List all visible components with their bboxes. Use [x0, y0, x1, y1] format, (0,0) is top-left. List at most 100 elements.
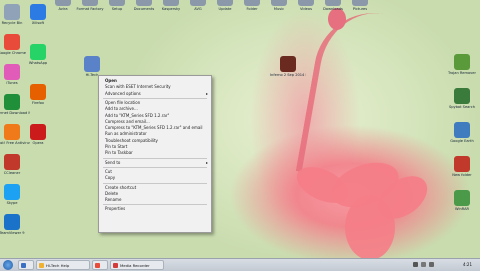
desktop-icon[interactable]: Firefox	[20, 84, 56, 105]
icon-label: WinRAR	[454, 207, 470, 211]
taskbar-button[interactable]	[92, 260, 108, 270]
network-icon[interactable]	[421, 262, 426, 267]
wallpaper-bud	[328, 8, 346, 30]
menu-item[interactable]: Open file location	[99, 100, 211, 106]
desktop-icon[interactable]: Opera	[20, 124, 56, 145]
icon-label: CCleaner	[3, 171, 21, 175]
app-icon	[4, 154, 20, 170]
taskbar-button[interactable]: Hi-Tech Help	[36, 260, 90, 270]
icon-label: Skype	[6, 201, 18, 205]
menu-item-label: Send to	[105, 159, 121, 165]
app-icon	[95, 263, 100, 268]
app-icon	[271, 0, 287, 6]
menu-item[interactable]: Cut	[99, 169, 211, 175]
desktop-icon[interactable]: Pictures	[342, 0, 378, 11]
menu-item-label: Add to "KTM_Series SFD 1.2.rar"	[105, 112, 170, 118]
menu-item[interactable]: Scan with ESET Internet Security	[99, 84, 211, 90]
submenu-arrow-icon: ▸	[205, 90, 208, 96]
app-icon	[325, 0, 341, 6]
menu-item[interactable]: Compress and email...	[99, 119, 211, 125]
app-icon	[454, 88, 470, 104]
menu-item-label: Cut	[105, 168, 112, 174]
desktop-icon[interactable]: Skype	[0, 184, 30, 205]
menu-item[interactable]: Delete	[99, 191, 211, 197]
desktop-icon[interactable]: TeamViewer 9	[0, 214, 30, 235]
app-icon	[136, 0, 152, 6]
context-menu: Open Scan with ESET Internet Security Adva…	[98, 75, 212, 233]
app-icon	[4, 4, 20, 20]
app-icon	[163, 0, 179, 6]
menu-item[interactable]: Pin to Start	[99, 144, 211, 150]
icon-label: New folder	[452, 173, 472, 177]
desktop-icon[interactable]: Trojan Remover	[444, 54, 480, 75]
clock[interactable]: 4:21	[463, 260, 472, 270]
app-icon	[454, 190, 470, 206]
app-icon	[4, 34, 20, 50]
menu-item-label: Run as administrator	[105, 131, 147, 137]
menu-item-label: Advanced options	[105, 90, 141, 96]
desktop-icon[interactable]: WinRAR	[444, 190, 480, 211]
app-icon	[82, 0, 98, 6]
app-icon	[4, 94, 20, 110]
menu-item[interactable]: Send to ▸	[99, 160, 211, 166]
taskbar: Hi-Tech Help Media Recorder 4:21	[0, 258, 480, 271]
icon-label: TeamViewer 9	[0, 231, 25, 235]
menu-item[interactable]: Add to archive...	[99, 106, 211, 112]
menu-item[interactable]: Advanced options ▸	[99, 91, 211, 97]
app-icon	[454, 54, 470, 70]
menu-item[interactable]: Copy	[99, 175, 211, 181]
menu-item-label: Scan with ESET Internet Security	[105, 84, 171, 90]
app-icon	[298, 0, 314, 6]
icon-label: Pictures	[352, 7, 368, 11]
menu-separator	[103, 97, 207, 99]
menu-item[interactable]: Create shortcut	[99, 185, 211, 191]
desktop-icon[interactable]: WhatsApp	[20, 44, 56, 65]
app-icon	[39, 263, 44, 268]
taskbar-button[interactable]: Media Recorder	[110, 260, 164, 270]
desktop-icon[interactable]: iTunes	[0, 64, 30, 85]
menu-separator	[103, 166, 207, 168]
app-icon	[4, 64, 20, 80]
app-icon	[454, 122, 470, 138]
taskbar-button[interactable]	[18, 260, 34, 270]
desktop-icon[interactable]: Spybot Search	[444, 88, 480, 109]
menu-item-label: Pin to Start	[105, 144, 128, 149]
desktop-icon[interactable]: New folder	[444, 156, 480, 177]
desktop-icon[interactable]: CCleaner	[0, 154, 30, 175]
menu-separator	[103, 204, 207, 206]
menu-item-label: Delete	[105, 190, 119, 196]
app-icon	[244, 0, 260, 6]
app-icon	[4, 124, 20, 140]
menu-item-label: Create shortcut	[105, 184, 137, 190]
app-icon	[280, 56, 296, 72]
menu-separator	[103, 157, 207, 159]
menu-item-label: Add to archive...	[105, 106, 138, 112]
icon-label: Firefox	[32, 101, 44, 105]
menu-item[interactable]: Rename	[99, 197, 211, 203]
desktop: Recycle BinGoogle ChromeiTunesInternet D…	[0, 0, 480, 260]
menu-separator	[103, 182, 207, 184]
menu-item[interactable]: Troubleshoot compatibility	[99, 138, 211, 144]
desktop-icon[interactable]: Google Earth	[444, 122, 480, 143]
taskbar-button-label: Hi-Tech Help	[46, 263, 70, 268]
menu-item[interactable]: Add to "KTM_Series SFD 1.2.rar"	[99, 113, 211, 119]
menu-item-label: Open	[105, 78, 117, 83]
menu-item-label: Properties	[105, 206, 126, 212]
menu-item[interactable]: Properties	[99, 206, 211, 212]
volume-icon[interactable]	[429, 262, 434, 267]
menu-item[interactable]: Pin to Taskbar	[99, 150, 211, 156]
taskbar-button-label: Media Recorder	[120, 263, 150, 268]
app-icon	[30, 124, 46, 140]
app-icon	[4, 214, 20, 230]
tray-icon[interactable]	[413, 262, 418, 267]
desktop-icon[interactable]: Inferno 2 Sep 2014 Hindi	[270, 56, 306, 77]
app-icon	[30, 84, 46, 100]
start-button[interactable]	[3, 260, 13, 270]
menu-item[interactable]: Open	[99, 78, 211, 84]
app-icon	[30, 4, 46, 20]
app-icon	[190, 0, 206, 6]
menu-item[interactable]: Run as administrator	[99, 131, 211, 137]
icon-label: Spybot Search	[448, 105, 476, 109]
icon-label: Internet Download Manager	[0, 111, 30, 115]
menu-item[interactable]: Compress to "KTM_Series SFD 1.2.rar" and…	[99, 125, 211, 131]
